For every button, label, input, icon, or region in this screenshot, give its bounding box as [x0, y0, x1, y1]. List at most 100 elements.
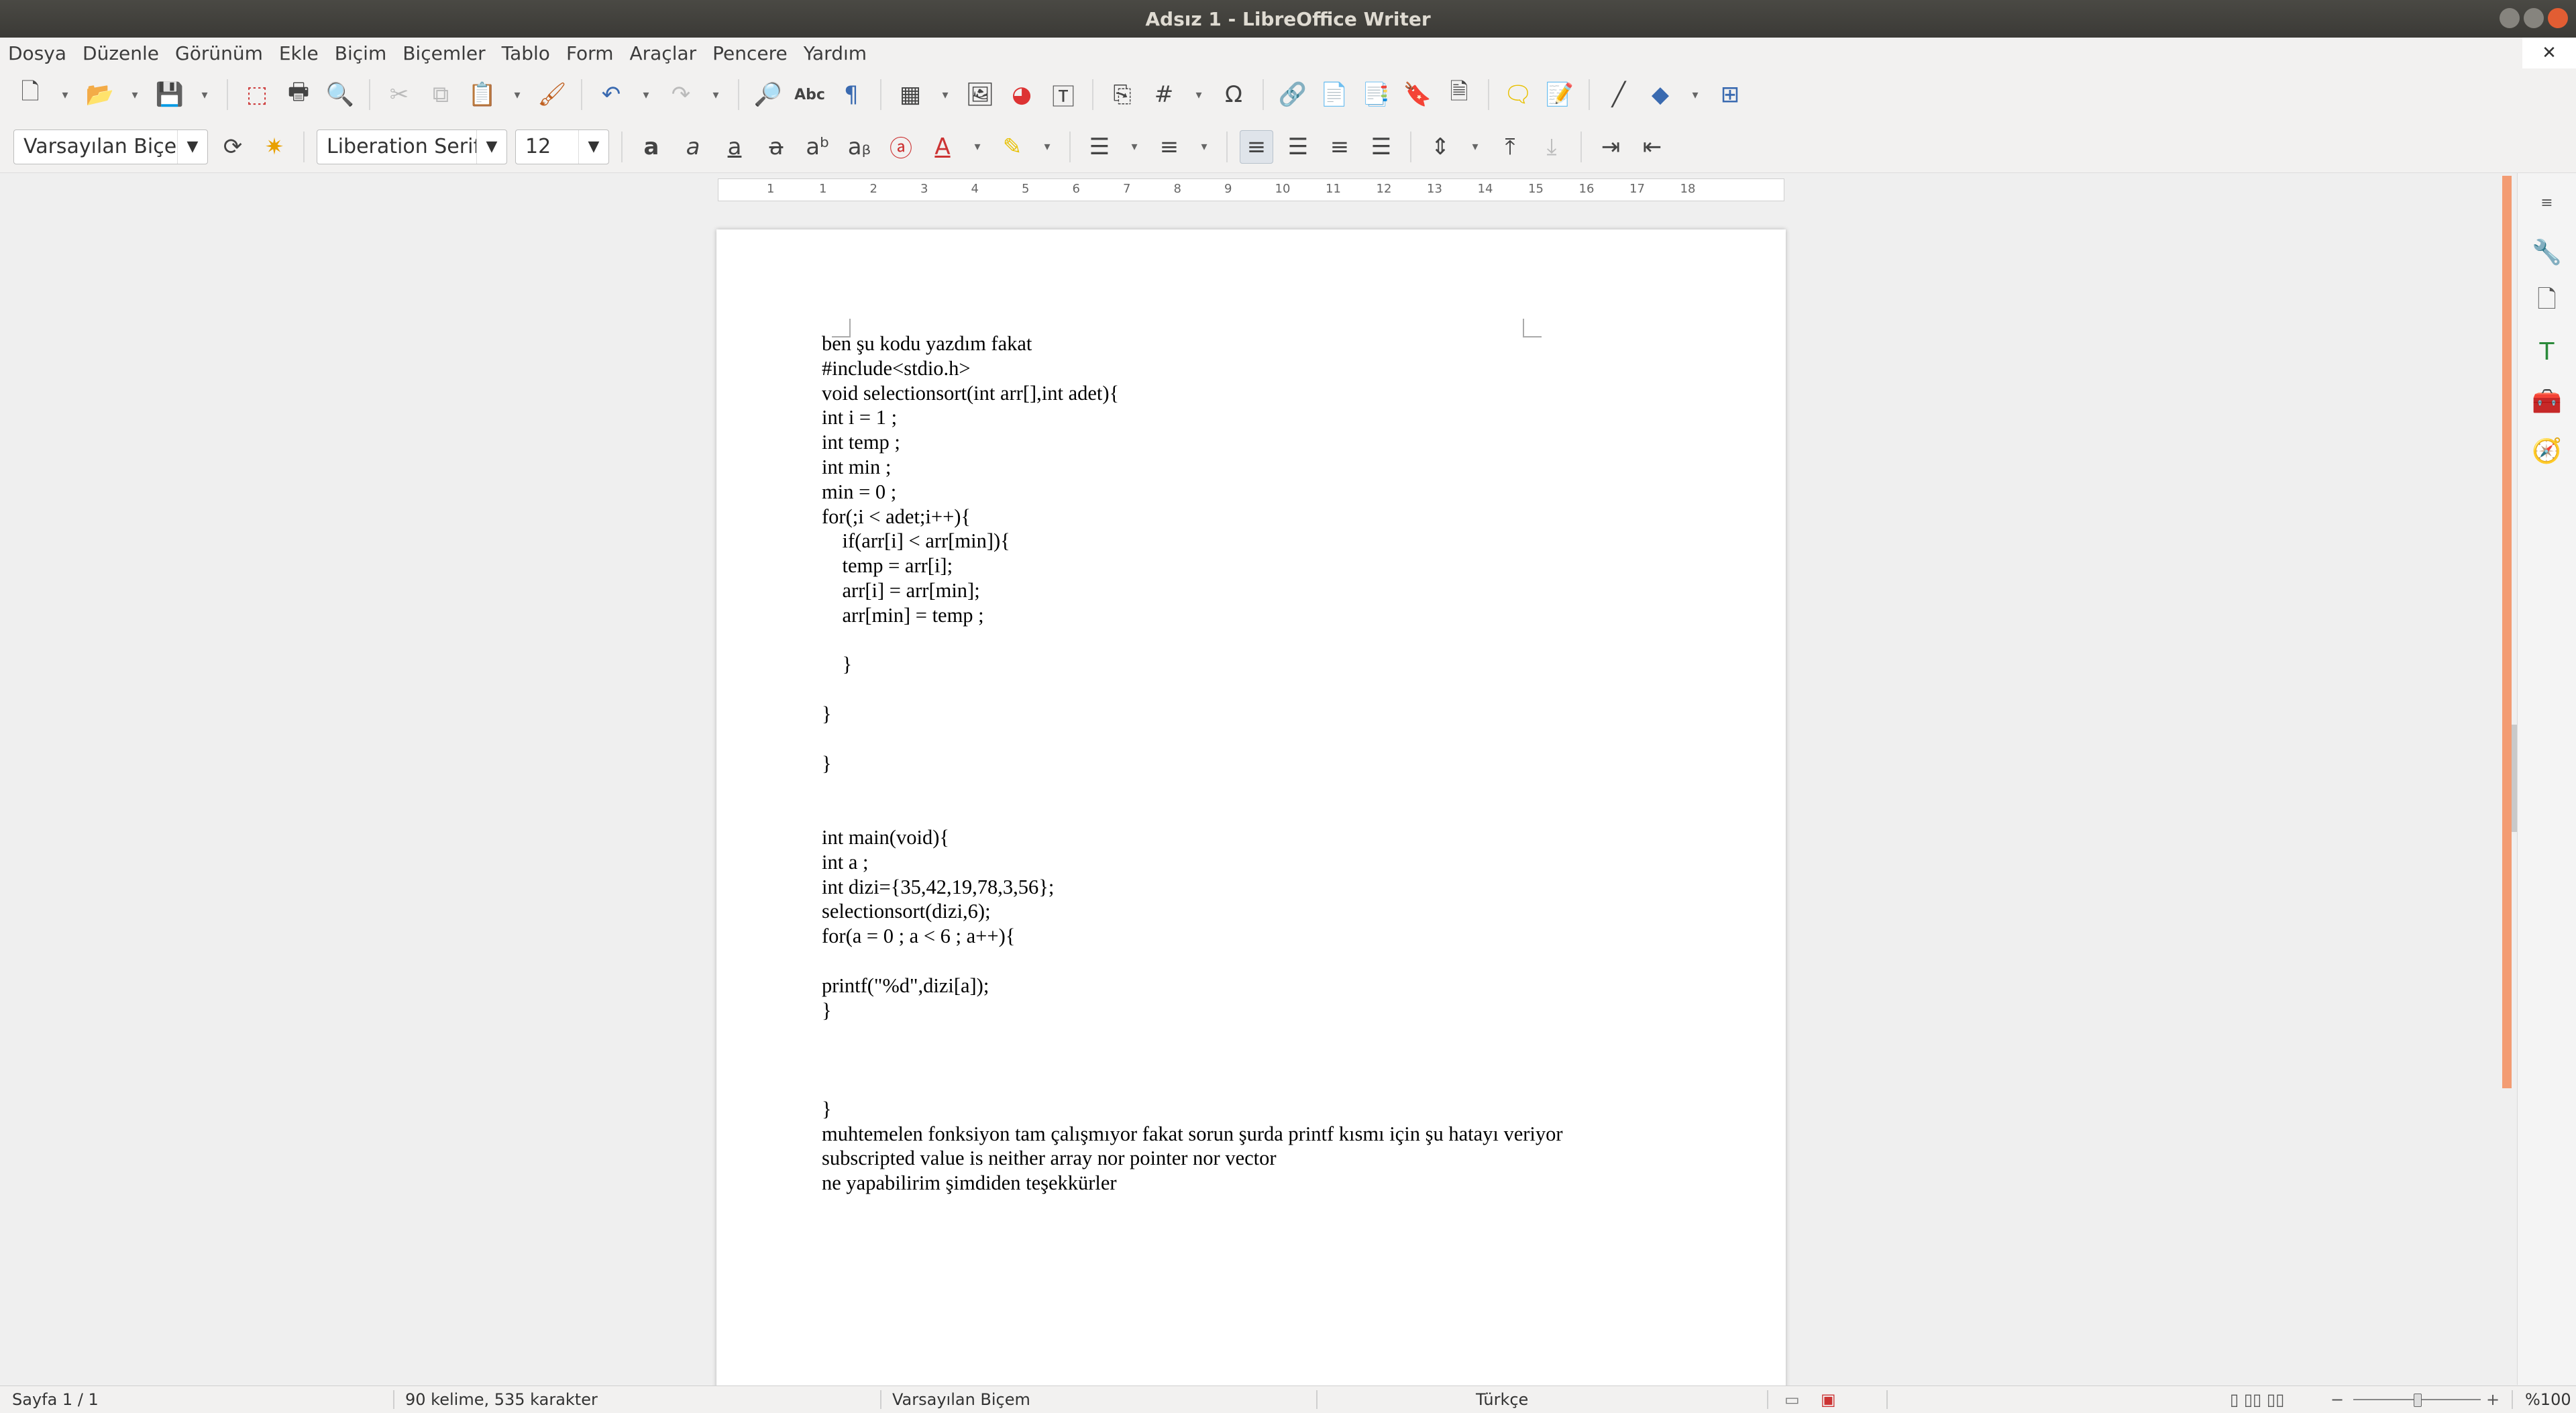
insert-mode-icon[interactable]: ▭ [1784, 1386, 1800, 1413]
cross-reference-icon[interactable]: 🗎 [1442, 78, 1476, 111]
chevron-down-icon[interactable]: ▼ [476, 129, 506, 164]
draw-functions-icon[interactable]: ⊞ [1713, 78, 1747, 111]
subscript-icon[interactable]: aᵦ [843, 130, 876, 164]
text-line[interactable]: int a ; [822, 850, 1680, 875]
menu-item[interactable]: Görünüm [167, 42, 271, 64]
text-line[interactable]: arr[i] = arr[min]; [822, 578, 1680, 603]
text-line[interactable] [822, 1072, 1680, 1097]
zoom-level[interactable]: %100 [2525, 1386, 2571, 1413]
text-line[interactable]: ne yapabilirim şimdiden teşekkürler [822, 1171, 1680, 1196]
text-line[interactable]: arr[min] = temp ; [822, 603, 1680, 628]
menu-item[interactable]: Biçim [327, 42, 394, 64]
menu-item[interactable]: Düzenle [74, 42, 167, 64]
font-size-select[interactable]: 12 ▼ [515, 129, 609, 164]
text-line[interactable]: if(arr[i] < arr[min]){ [822, 529, 1680, 554]
clear-formatting-icon[interactable]: ⓐ [884, 130, 918, 164]
text-line[interactable] [822, 628, 1680, 653]
bookmark-icon[interactable]: 🔖 [1401, 78, 1434, 111]
find-replace-icon[interactable]: 🔎 [751, 78, 785, 111]
insert-field-icon[interactable]: # [1147, 78, 1181, 111]
comment-icon[interactable]: 🗨 [1501, 78, 1535, 111]
redo-icon[interactable]: ↷ [664, 78, 698, 111]
clone-formatting-icon[interactable]: 🖌 [535, 78, 569, 111]
justify-icon[interactable]: ☰ [1364, 130, 1398, 164]
align-center-icon[interactable]: ☰ [1281, 130, 1315, 164]
minimize-button[interactable] [2500, 8, 2520, 28]
menu-item[interactable]: Form [558, 42, 622, 64]
zoom-slider[interactable] [2353, 1386, 2481, 1413]
zoom-slider-thumb[interactable] [2414, 1394, 2422, 1407]
text-line[interactable]: selectionsort(dizi,6); [822, 899, 1680, 924]
text-line[interactable]: int min ; [822, 455, 1680, 480]
paste-icon[interactable]: 📋 [466, 78, 499, 111]
page-style[interactable]: Varsayılan Biçem [892, 1386, 1030, 1413]
highlight-icon[interactable]: ✎ [996, 130, 1029, 164]
endnote-icon[interactable]: 📑 [1359, 78, 1393, 111]
menu-item[interactable]: Tablo [494, 42, 558, 64]
insert-textbox-icon[interactable]: 🅃 [1046, 78, 1080, 111]
document-text[interactable]: ben şu kodu yazdım fakat #include<stdio.h… [822, 331, 1680, 1196]
special-character-icon[interactable]: Ω [1217, 78, 1250, 111]
copy-icon[interactable]: ⧉ [424, 78, 458, 111]
text-line[interactable]: } [822, 652, 1680, 677]
page-count[interactable]: Sayfa 1 / 1 [12, 1386, 99, 1413]
font-name-select[interactable]: Liberation Serif ▼ [317, 129, 507, 164]
insert-image-icon[interactable]: 🖼 [963, 78, 997, 111]
superscript-icon[interactable]: aᵇ [801, 130, 835, 164]
bullet-list-icon[interactable]: ☰ [1083, 130, 1116, 164]
print-preview-icon[interactable]: 🔍 [323, 78, 357, 111]
text-line[interactable] [822, 677, 1680, 702]
maximize-button[interactable] [2524, 8, 2544, 28]
gallery-icon[interactable]: 🧰 [2527, 382, 2567, 420]
page-break-icon[interactable]: ⎘ [1106, 78, 1139, 111]
text-line[interactable]: printf("%d",dizi[a]); [822, 974, 1680, 998]
track-changes-icon[interactable]: 📝 [1543, 78, 1576, 111]
chevron-down-icon[interactable]: ▼ [177, 129, 207, 164]
numbered-dropdown-icon[interactable]: ▾ [1194, 130, 1214, 164]
new-document-icon[interactable]: 🗋 [13, 78, 47, 111]
footnote-icon[interactable]: 📄 [1318, 78, 1351, 111]
sidebar-menu-icon[interactable]: ≡ [2527, 184, 2567, 221]
undo-icon[interactable]: ↶ [594, 78, 628, 111]
text-line[interactable]: #include<stdio.h> [822, 356, 1680, 381]
paragraph-style-select[interactable]: Varsayılan Biçe ▼ [13, 129, 208, 164]
bullet-dropdown-icon[interactable]: ▾ [1124, 130, 1144, 164]
text-line[interactable]: int temp ; [822, 430, 1680, 455]
text-line[interactable] [822, 949, 1680, 974]
highlight-dropdown-icon[interactable]: ▾ [1037, 130, 1057, 164]
text-line[interactable]: } [822, 702, 1680, 727]
insert-table-icon[interactable]: ▦ [894, 78, 927, 111]
properties-icon[interactable]: 🔧 [2527, 233, 2567, 271]
paste-dropdown-icon[interactable]: ▾ [507, 78, 527, 111]
close-window-button[interactable] [2548, 8, 2568, 28]
text-line[interactable] [822, 800, 1680, 825]
formatting-marks-icon[interactable]: ¶ [835, 78, 868, 111]
menu-item[interactable]: Araçlar [621, 42, 704, 64]
field-dropdown-icon[interactable]: ▾ [1189, 78, 1209, 111]
menu-item[interactable]: Yardım [796, 42, 875, 64]
language[interactable]: Türkçe [1476, 1386, 1528, 1413]
document-modified-icon[interactable]: ▣ [1821, 1386, 1836, 1413]
underline-icon[interactable]: a [718, 130, 751, 164]
text-line[interactable] [822, 1023, 1680, 1047]
open-dropdown-icon[interactable]: ▾ [125, 78, 145, 111]
line-icon[interactable]: ╱ [1602, 78, 1635, 111]
insert-chart-icon[interactable]: ◕ [1005, 78, 1038, 111]
decrease-indent-icon[interactable]: ⇤ [1635, 130, 1669, 164]
zoom-out-icon[interactable]: − [2330, 1386, 2344, 1413]
hyperlink-icon[interactable]: 🔗 [1276, 78, 1309, 111]
styles-icon[interactable]: T [2527, 333, 2567, 370]
redo-dropdown-icon[interactable]: ▾ [706, 78, 726, 111]
zoom-in-icon[interactable]: + [2486, 1386, 2500, 1413]
numbered-list-icon[interactable]: ≡ [1152, 130, 1186, 164]
navigator-icon[interactable]: 🧭 [2527, 432, 2567, 470]
text-line[interactable]: ben şu kodu yazdım fakat [822, 331, 1680, 356]
horizontal-ruler[interactable]: 1 1 2 3 4 5 6 7 8 9 10 11 12 13 14 15 16 17 18 [718, 178, 1784, 201]
update-style-icon[interactable]: ⟳ [216, 130, 250, 164]
sidebar-scrollbar[interactable] [2502, 176, 2512, 1088]
italic-icon[interactable]: a [676, 130, 710, 164]
export-pdf-icon[interactable]: ⬚ [240, 78, 274, 111]
font-color-icon[interactable]: A [926, 130, 959, 164]
font-color-dropdown-icon[interactable]: ▾ [967, 130, 987, 164]
align-right-icon[interactable]: ≡ [1323, 130, 1356, 164]
